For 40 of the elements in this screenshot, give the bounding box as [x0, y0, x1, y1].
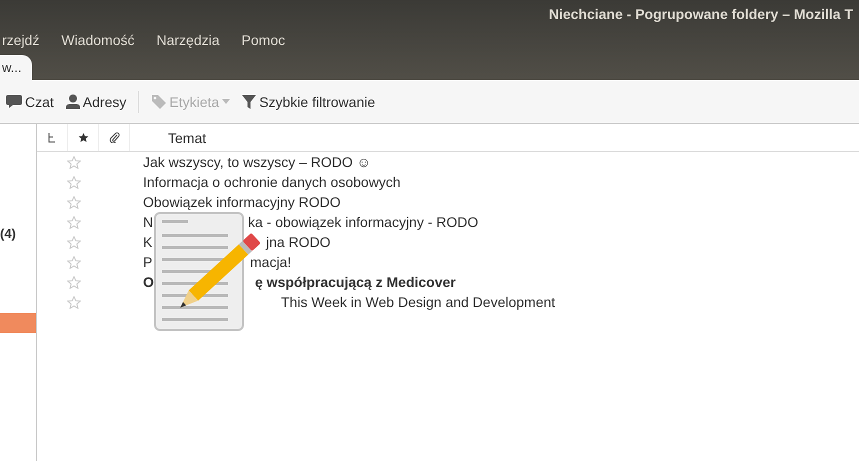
tab[interactable]: w...	[0, 55, 32, 80]
thread-icon[interactable]	[48, 132, 56, 142]
paperclip-icon[interactable]	[108, 132, 120, 143]
message-subject[interactable]: This Week in Web Design and Development	[281, 294, 556, 310]
message-subject[interactable]: macja!	[250, 254, 292, 270]
star-outline-icon[interactable]	[67, 216, 81, 228]
person-icon	[66, 94, 80, 109]
message-subject[interactable]: K	[143, 234, 152, 250]
speech-bubble-icon	[6, 94, 22, 109]
contacts-button[interactable]: Adresy	[66, 94, 126, 110]
menu-item[interactable]: Wiadomość	[61, 32, 134, 48]
message-subject[interactable]: jna RODO	[266, 234, 331, 250]
star-outline-icon[interactable]	[67, 156, 81, 168]
star-outline-icon[interactable]	[67, 276, 81, 288]
message-subject[interactable]: Obowiązek informacyjny RODO	[143, 194, 341, 210]
tag-icon	[151, 94, 166, 109]
message-subject[interactable]: Informacja o ochronie danych osobowych	[143, 174, 401, 190]
filter-icon	[242, 94, 256, 108]
message-subject[interactable]: ę współpracującą z Medicover	[255, 274, 456, 290]
message-subject[interactable]: Jak wszyscy, to wszyscy – RODO ☺	[143, 154, 371, 170]
star-outline-icon[interactable]	[67, 296, 81, 308]
star-icon[interactable]	[78, 132, 88, 143]
column-header[interactable]: Temat	[168, 130, 206, 146]
filter-button[interactable]: Szybkie filtrowanie	[242, 94, 376, 110]
window-title: Niechciane - Pogrupowane foldery – Mozilla T	[548, 6, 853, 22]
message-subject[interactable]: N	[143, 214, 154, 230]
message-subject[interactable]: O	[143, 274, 154, 290]
star-outline-icon[interactable]	[67, 176, 81, 188]
menu-item[interactable]: rzejdź	[2, 32, 40, 48]
star-outline-icon[interactable]	[67, 256, 81, 268]
caret-icon	[222, 99, 230, 104]
folder-row[interactable]	[0, 313, 36, 333]
menu-item[interactable]: Narzędzia	[156, 32, 220, 48]
message-subject[interactable]: ka - obowiązek informacyjny - RODO	[248, 214, 478, 230]
star-outline-icon[interactable]	[67, 196, 81, 208]
star-outline-icon[interactable]	[67, 236, 81, 248]
chat-button[interactable]: Czat	[6, 94, 54, 110]
menu-item[interactable]: Pomoc	[242, 32, 286, 48]
folder-row[interactable]: (4)	[0, 223, 36, 243]
message-subject[interactable]: P	[143, 254, 152, 270]
